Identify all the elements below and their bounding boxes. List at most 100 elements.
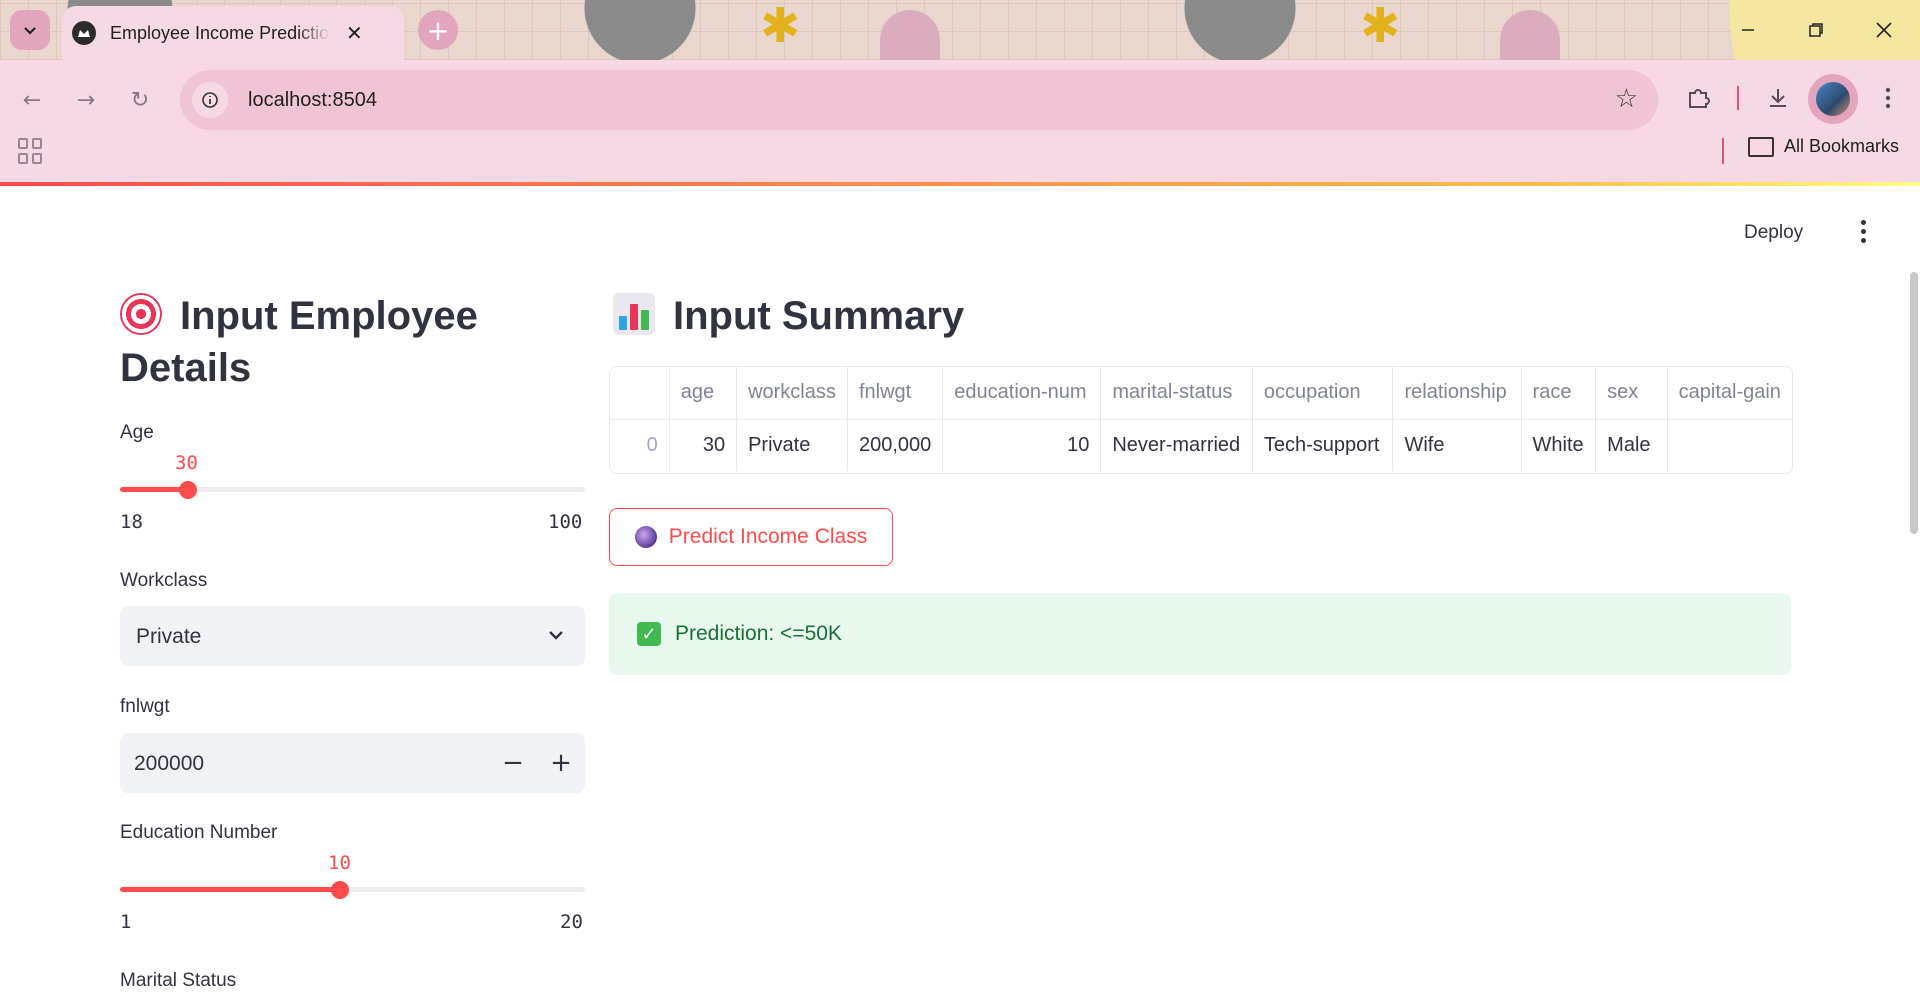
plus-icon: +: [426, 13, 450, 47]
predict-button-label: Predict Income Class: [668, 525, 868, 548]
age-label: Age: [120, 422, 154, 443]
deploy-button[interactable]: Deploy: [1744, 222, 1803, 244]
check-mark-icon: ✓: [637, 622, 661, 646]
table-header-cell[interactable]: fnlwgt: [847, 367, 944, 420]
browser-tab-active[interactable]: Employee Income Prediction App ✕: [62, 6, 404, 60]
theme-decoration-star-icon: ✱: [760, 0, 801, 54]
restore-button[interactable]: [1782, 0, 1850, 60]
table-cell[interactable]: 10: [942, 419, 1102, 471]
table-header-cell[interactable]: relationship: [1392, 367, 1522, 420]
toolbar-divider: [1737, 86, 1739, 110]
workclass-selected-value: Private: [136, 625, 202, 648]
input-summary-table[interactable]: age workclass fnlwgt education-num marit…: [609, 366, 1793, 474]
theme-decoration-star-icon: ✱: [1360, 0, 1401, 54]
table-header-cell[interactable]: education-num: [942, 367, 1102, 420]
table-header-cell[interactable]: race: [1521, 367, 1597, 420]
theme-decoration: [1500, 10, 1560, 60]
reload-icon[interactable]: ↻: [122, 82, 158, 118]
table-cell[interactable]: White: [1521, 419, 1597, 471]
fnlwgt-value: 200000: [134, 752, 205, 775]
tab-search-button[interactable]: [10, 10, 50, 50]
bookmarks-divider: [1722, 138, 1724, 164]
table-header-cell[interactable]: occupation: [1252, 367, 1394, 420]
predict-income-button[interactable]: Predict Income Class: [609, 508, 893, 566]
table-header-cell[interactable]: workclass: [736, 367, 848, 420]
plus-icon: +: [550, 748, 572, 778]
table-cell[interactable]: Male: [1595, 419, 1668, 471]
table-cell[interactable]: Tech-support: [1252, 419, 1394, 471]
forward-arrow-icon[interactable]: →: [68, 82, 104, 118]
close-window-button[interactable]: [1850, 0, 1918, 60]
age-slider-value: 30: [175, 452, 198, 474]
browser-toolbar: ← → ↻ localhost:8504 ☆ All Bookmarks: [0, 60, 1920, 188]
education-slider-value: 10: [328, 852, 351, 874]
marital-status-label: Marital Status: [120, 970, 237, 991]
table-header-cell[interactable]: age: [669, 367, 738, 420]
table-index-cell: 0: [610, 419, 670, 471]
new-tab-button[interactable]: +: [418, 10, 458, 50]
url-text: localhost:8504: [248, 88, 377, 111]
site-info-icon[interactable]: [192, 82, 228, 118]
restore-icon: [1809, 23, 1823, 37]
streamlit-app: Deploy Input Employee Details Age 30 18 …: [0, 186, 1920, 1008]
crystal-ball-icon: [634, 526, 657, 548]
age-slider-fill: [120, 487, 188, 492]
all-bookmarks-label: All Bookmarks: [1784, 136, 1900, 156]
table-row: 0 30 Private 200,000 10 Never-married Te…: [610, 419, 1792, 471]
scrollbar[interactable]: [1910, 272, 1918, 534]
table-header-cell[interactable]: marital-status: [1100, 367, 1253, 420]
streamlit-favicon-icon: [72, 21, 96, 45]
minimize-icon: [1742, 29, 1754, 31]
chevron-down-icon: [24, 27, 36, 35]
chevron-down-icon: [549, 631, 563, 640]
tab-strip: ✱ ✱ Employee Income Prediction App ✕ +: [0, 0, 1920, 60]
increment-button[interactable]: +: [537, 733, 585, 793]
table-cell[interactable]: 200,000: [847, 419, 944, 471]
age-slider-thumb[interactable]: [179, 481, 197, 499]
table-cell[interactable]: Wife: [1392, 419, 1522, 471]
prediction-text: Prediction: <=50K: [675, 622, 842, 645]
avatar-image: [1816, 82, 1850, 116]
table-cell[interactable]: 30: [669, 419, 738, 471]
fnlwgt-label: fnlwgt: [120, 696, 170, 717]
table-cell[interactable]: [1667, 419, 1792, 471]
fnlwgt-number-input[interactable]: 200000 − +: [120, 733, 585, 793]
table-cell[interactable]: Private: [736, 419, 848, 471]
table-header-row: age workclass fnlwgt education-num marit…: [610, 367, 1792, 420]
input-details-heading: Input Employee Details: [120, 293, 478, 390]
decrement-button[interactable]: −: [489, 733, 537, 793]
target-icon: [120, 293, 162, 335]
bookmark-star-icon[interactable]: ☆: [1615, 84, 1638, 114]
main-menu-icon[interactable]: [1858, 220, 1868, 243]
education-slider-max: 20: [560, 911, 583, 933]
all-bookmarks-button[interactable]: All Bookmarks: [1748, 136, 1899, 157]
apps-grid-icon[interactable]: [18, 138, 44, 164]
tab-title: Employee Income Prediction App: [110, 22, 330, 43]
workclass-select[interactable]: Private: [120, 606, 585, 666]
close-icon: [1876, 22, 1892, 38]
age-slider-max: 100: [548, 511, 583, 533]
education-number-label: Education Number: [120, 822, 278, 843]
table-cell[interactable]: Never-married: [1100, 419, 1253, 471]
extensions-icon[interactable]: [1676, 76, 1720, 120]
theme-decoration: [880, 10, 940, 60]
minimize-button[interactable]: [1714, 0, 1782, 60]
education-slider-fill: [120, 887, 340, 892]
table-header-cell[interactable]: sex: [1595, 367, 1668, 420]
input-summary-heading: Input Summary: [613, 290, 964, 342]
age-slider-min: 18: [120, 511, 143, 533]
close-icon[interactable]: ✕: [346, 21, 363, 45]
education-slider-thumb[interactable]: [331, 881, 349, 899]
profile-avatar[interactable]: [1808, 74, 1858, 124]
address-bar[interactable]: localhost:8504 ☆: [180, 70, 1658, 130]
table-header-cell: [610, 367, 670, 420]
bar-chart-icon: [613, 293, 655, 335]
education-slider-min: 1: [120, 911, 132, 933]
download-icon[interactable]: [1756, 76, 1800, 120]
minus-icon: −: [502, 748, 524, 778]
table-header-cell[interactable]: capital-gain: [1667, 367, 1792, 420]
folder-icon: [1748, 136, 1774, 157]
prediction-result-alert: ✓ Prediction: <=50K: [609, 593, 1791, 675]
back-arrow-icon[interactable]: ←: [14, 82, 50, 118]
browser-menu-icon[interactable]: [1866, 76, 1910, 120]
